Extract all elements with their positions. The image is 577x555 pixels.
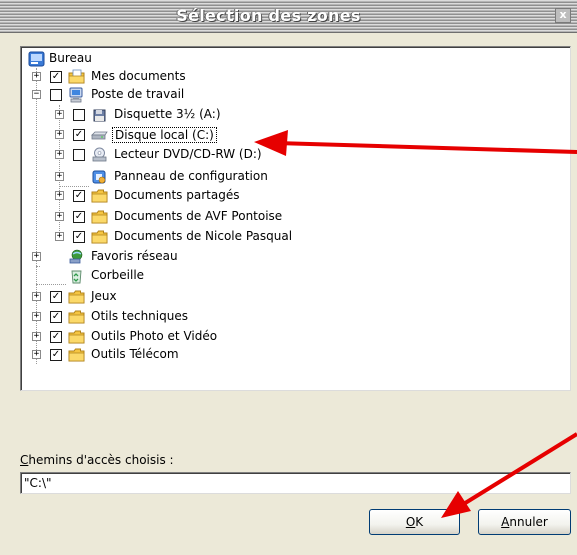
tree-checkbox[interactable]: ✓ <box>50 349 62 361</box>
tree-item-label: Corbeille <box>91 268 145 282</box>
tree-checkbox[interactable]: ✓ <box>50 291 62 303</box>
desktop-icon <box>28 51 45 67</box>
floppy-icon <box>91 107 108 123</box>
folder-icon <box>91 229 108 245</box>
tree-checkbox[interactable]: ✓ <box>73 211 85 223</box>
tree-checkbox[interactable]: ✓ <box>50 311 62 323</box>
folder-icon <box>68 347 85 363</box>
hard-drive-icon <box>91 127 108 143</box>
expand-icon[interactable]: + <box>32 252 41 261</box>
tree-connector <box>36 266 40 267</box>
ok-mnemonic: O <box>405 515 416 529</box>
tree-item-label: Bureau <box>49 51 92 65</box>
folder-icon <box>68 289 85 305</box>
expand-icon[interactable]: + <box>32 332 41 341</box>
cd-drive-icon <box>91 147 108 163</box>
tree-item-label: Outils Télécom <box>91 347 179 361</box>
path-label-text: hemins d'accès choisis : <box>28 453 174 467</box>
control-panel-icon <box>91 169 108 185</box>
collapse-icon[interactable]: − <box>32 90 41 99</box>
tree-item-label: Outils Photo et Vidéo <box>91 329 218 343</box>
folder-icon <box>91 209 108 225</box>
tree-checkbox[interactable] <box>73 109 85 121</box>
folder-icon <box>68 329 85 345</box>
tree-checkbox[interactable]: ✓ <box>73 129 85 141</box>
computer-icon <box>68 87 85 103</box>
tree-connector <box>59 186 89 187</box>
tree-item-label: Mes documents <box>91 69 186 83</box>
title-bar[interactable]: Sélection des zones x <box>0 0 577 33</box>
tree-item-label: Jeux <box>91 289 117 303</box>
tree-item-label: Disque local (C:) <box>112 127 217 143</box>
tree-checkbox[interactable] <box>50 89 62 101</box>
expand-icon[interactable]: + <box>55 191 64 200</box>
tree-item-label: Documents partagés <box>114 188 240 202</box>
ok-label: K <box>415 515 424 529</box>
tree-checkbox[interactable]: ✓ <box>73 231 85 243</box>
tree-item-label: Documents de AVF Pontoise <box>114 209 283 223</box>
folder-icon <box>91 188 108 204</box>
expand-icon[interactable]: + <box>32 350 41 359</box>
expand-icon[interactable]: + <box>32 312 41 321</box>
tree-item-label: Disquette 3½ (A:) <box>114 107 221 121</box>
cancel-label: nnuler <box>509 515 548 529</box>
ok-button[interactable]: OK <box>369 509 460 535</box>
tree-item-label: Panneau de configuration <box>114 169 268 183</box>
close-icon: x <box>559 8 567 21</box>
tree-checkbox[interactable]: ✓ <box>73 190 85 202</box>
tree-checkbox[interactable]: ✓ <box>50 331 62 343</box>
expand-icon[interactable]: + <box>32 72 41 81</box>
recycle-bin-icon <box>68 268 85 284</box>
path-field[interactable] <box>20 472 571 494</box>
tree-checkbox[interactable] <box>73 149 85 161</box>
tree-item-label: Otils techniques <box>91 309 188 323</box>
tree-item-label: Documents de Nicole Pasqual <box>114 229 293 243</box>
folder-tree[interactable]: Bureau + ✓ Mes documents − Poste de trav… <box>20 46 571 391</box>
expand-icon[interactable]: + <box>32 292 41 301</box>
tree-item-label: Favoris réseau <box>91 249 178 263</box>
expand-icon[interactable]: + <box>55 130 64 139</box>
close-button[interactable]: x <box>555 8 571 23</box>
folder-icon <box>68 69 85 85</box>
expand-icon[interactable]: + <box>55 172 64 181</box>
expand-icon[interactable]: + <box>55 150 64 159</box>
network-icon <box>68 249 85 265</box>
folder-icon <box>68 309 85 325</box>
window-title: Sélection des zones <box>176 6 361 25</box>
tree-item-label: Lecteur DVD/CD-RW (D:) <box>114 147 262 161</box>
expand-icon[interactable]: + <box>55 212 64 221</box>
expand-icon[interactable]: + <box>55 232 64 241</box>
tree-checkbox[interactable]: ✓ <box>50 71 62 83</box>
tree-item-label: Poste de travail <box>91 87 185 101</box>
expand-icon[interactable]: + <box>55 110 64 119</box>
cancel-button[interactable]: Annuler <box>478 509 571 535</box>
path-label: Chemins d'accès choisis : <box>20 453 174 467</box>
tree-connector <box>36 284 66 285</box>
